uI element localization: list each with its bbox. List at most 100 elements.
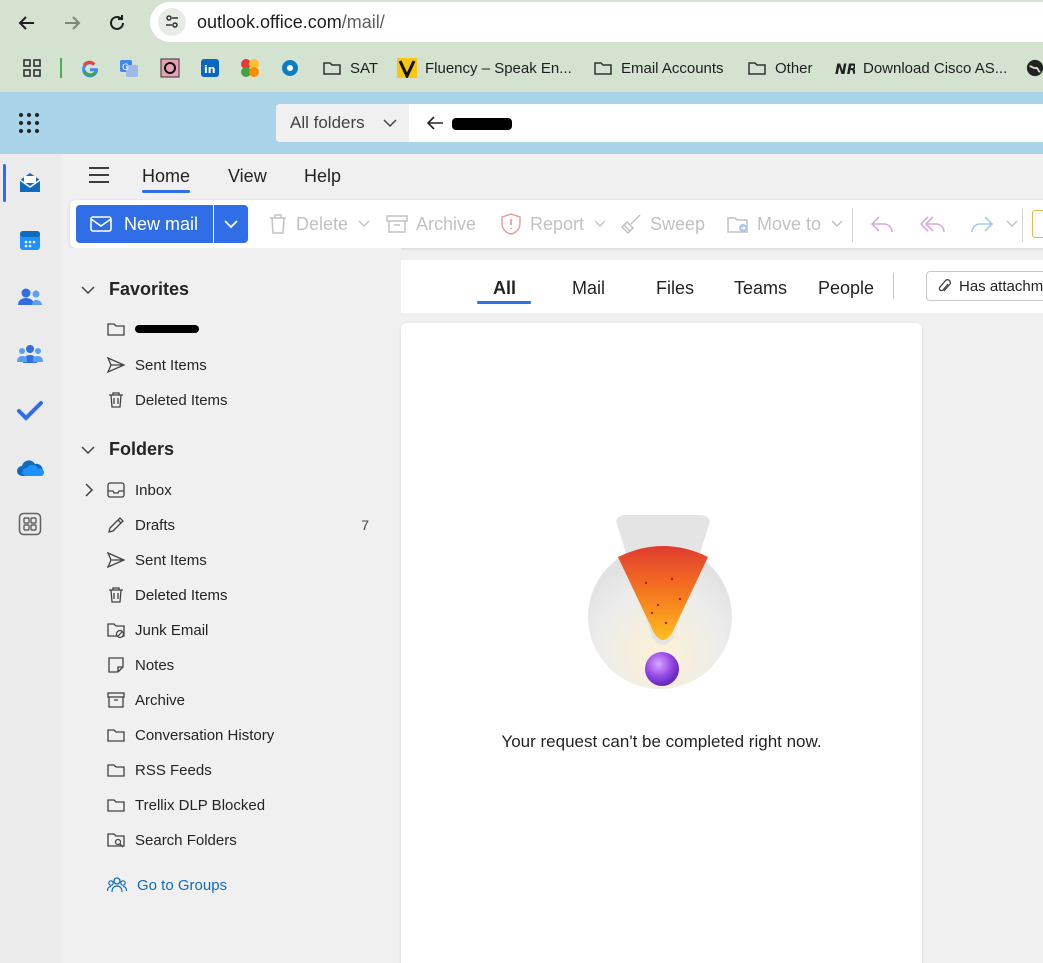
folder-sent-items[interactable]: Sent Items <box>107 547 387 573</box>
toolbar-separator <box>852 208 853 242</box>
filter-tab-underline <box>477 301 531 304</box>
folder-archive[interactable]: Archive <box>107 687 387 713</box>
chevron-down-icon <box>594 220 606 227</box>
app-rail <box>0 154 61 963</box>
bookmark-fluency[interactable]: Fluency – Speak En... <box>397 48 572 88</box>
folder-icon <box>748 62 766 75</box>
onedrive-cloud-icon[interactable] <box>15 453 45 483</box>
folder-icon <box>107 799 125 812</box>
report-button[interactable]: Report <box>500 210 614 238</box>
translate-bookmark-icon[interactable]: G <box>119 48 139 88</box>
calendar-icon[interactable] <box>15 225 45 255</box>
gear-bookmark-icon[interactable] <box>280 48 300 88</box>
favorites-header[interactable]: Favorites <box>81 279 189 300</box>
has-attachments-filter[interactable]: Has attachme <box>926 271 1043 301</box>
reload-button[interactable] <box>102 8 132 38</box>
app-bookmark-icon[interactable] <box>160 48 180 88</box>
more-apps-icon[interactable] <box>15 509 45 539</box>
bookmark-other[interactable]: Other <box>747 48 813 88</box>
chevron-down-icon <box>831 220 843 227</box>
tab-help[interactable]: Help <box>304 166 341 187</box>
reply-icon <box>870 216 893 233</box>
mail-icon[interactable] <box>15 168 45 198</box>
filter-tab-teams[interactable]: Teams <box>734 278 787 299</box>
bookmark-cisco[interactable]: NR Download Cisco AS... <box>835 48 1007 88</box>
folder-junk-email[interactable]: Junk Email <box>107 617 387 643</box>
bookmarks-bar: G in SAT Fluency – Speak En... Email Acc… <box>0 48 1043 88</box>
site-info-icon[interactable] <box>158 8 186 36</box>
svg-text:G: G <box>122 63 129 73</box>
chevron-down-icon <box>224 220 238 229</box>
arrow-right-icon <box>65 16 81 30</box>
archive-button[interactable]: Archive <box>386 210 476 238</box>
folders-header[interactable]: Folders <box>81 439 174 460</box>
new-mail-button[interactable]: New mail <box>76 205 213 243</box>
search-back-icon[interactable] <box>426 115 444 136</box>
todo-check-icon[interactable] <box>15 396 45 426</box>
bookmark-separator <box>60 58 62 78</box>
folder-conversation-history[interactable]: Conversation History <box>107 722 387 748</box>
folder-icon <box>107 729 125 742</box>
folder-search-folders[interactable]: Search Folders <box>107 827 387 853</box>
rail-active-indicator <box>3 164 6 202</box>
filter-tab-all[interactable]: All <box>493 278 516 299</box>
forward-button[interactable] <box>57 8 87 38</box>
folder-rss-feeds[interactable]: RSS Feeds <box>107 757 387 783</box>
filter-tab-people[interactable]: People <box>818 278 874 299</box>
colorful-app-icon[interactable] <box>240 48 260 88</box>
folder-icon <box>107 764 125 777</box>
bookmark-email-accounts[interactable]: Email Accounts <box>593 48 724 88</box>
apps-grid-icon[interactable] <box>22 48 42 88</box>
tab-home[interactable]: Home <box>142 166 190 187</box>
folder-icon <box>594 62 612 75</box>
outlook-header: All folders <box>0 92 1043 154</box>
url-text: outlook.office.com/mail/ <box>197 12 385 32</box>
move-to-button[interactable]: Move to <box>727 210 851 238</box>
reload-icon <box>110 15 124 30</box>
linkedin-icon[interactable]: in <box>200 48 220 88</box>
favorite-redacted-folder[interactable] <box>107 316 387 342</box>
folder-notes[interactable]: Notes <box>107 652 387 678</box>
chevron-right-icon[interactable] <box>84 483 94 502</box>
delete-button[interactable]: Delete <box>268 210 378 238</box>
folder-deleted-items[interactable]: Deleted Items <box>107 582 387 608</box>
groups-icon[interactable] <box>15 339 45 369</box>
new-mail-dropdown[interactable] <box>214 205 248 243</box>
pencil-icon <box>108 517 124 533</box>
back-button[interactable] <box>12 8 42 38</box>
envelope-icon <box>90 216 112 232</box>
google-bookmark-icon[interactable] <box>80 48 100 88</box>
groups-icon <box>107 877 127 893</box>
sweep-button[interactable]: Sweep <box>620 210 705 238</box>
junk-folder-icon <box>107 623 125 639</box>
bookmark-sat[interactable]: SAT <box>322 48 378 88</box>
search-folder-icon <box>107 833 125 848</box>
arrow-left-icon <box>18 16 34 30</box>
folder-drafts[interactable]: Drafts 7 <box>107 512 387 538</box>
people-icon[interactable] <box>15 282 45 312</box>
nr-logo-icon: NR <box>835 62 855 78</box>
redacted-text <box>452 118 512 130</box>
favorite-sent-items[interactable]: Sent Items <box>107 352 387 378</box>
filter-tab-files[interactable]: Files <box>656 278 694 299</box>
chevron-down-icon <box>81 445 95 454</box>
folder-inbox[interactable]: Inbox <box>107 477 387 503</box>
go-to-groups-link[interactable]: Go to Groups <box>107 872 387 898</box>
hamburger-menu-icon[interactable] <box>88 166 110 189</box>
tab-view[interactable]: View <box>228 166 267 187</box>
quick-steps-icon[interactable] <box>1032 210 1043 238</box>
favorite-deleted-items[interactable]: Deleted Items <box>107 387 387 413</box>
reply-button[interactable] <box>870 210 902 238</box>
folder-move-icon <box>727 217 748 233</box>
toolbar-separator <box>1022 208 1023 242</box>
filter-separator <box>893 273 894 299</box>
ribbon-tabs: Home View Help <box>61 154 1043 196</box>
forward-mail-button[interactable] <box>970 210 1026 238</box>
app-launcher-icon[interactable] <box>17 111 41 140</box>
reply-all-button[interactable] <box>920 210 954 238</box>
filter-tab-mail[interactable]: Mail <box>572 278 605 299</box>
folder-trellix-dlp-blocked[interactable]: Trellix DLP Blocked <box>107 792 387 818</box>
folder-scope-dropdown[interactable]: All folders <box>276 104 409 142</box>
globe-icon[interactable] <box>1026 48 1043 88</box>
forward-arrow-icon <box>971 216 994 233</box>
